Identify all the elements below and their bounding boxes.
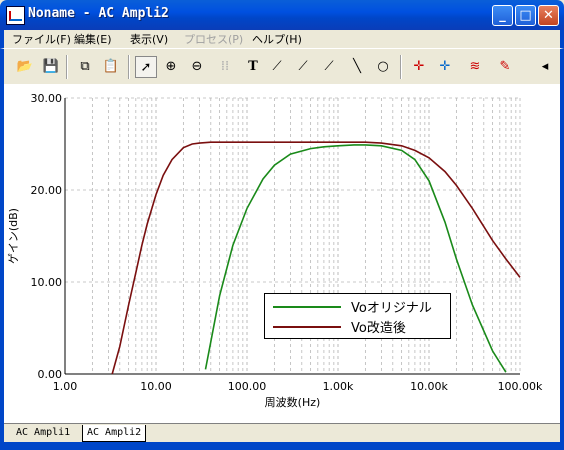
chart-legend: Voオリジナル Vo改造後 — [264, 293, 451, 339]
y-tick-label: 30.00 — [31, 92, 63, 105]
line-icon[interactable]: ╲ — [346, 56, 368, 78]
copy-icon[interactable]: ⧉ — [74, 56, 96, 78]
label3-icon[interactable]: ⟋ — [318, 56, 340, 78]
x-tick-label: 1.00k — [323, 380, 354, 393]
zoom-in-icon[interactable]: ⊕ — [160, 56, 182, 78]
grid-icon[interactable]: ⁞⁞ — [214, 56, 236, 78]
legend-entry-original: Voオリジナル — [271, 296, 446, 316]
x-axis-label: 周波数(Hz) — [265, 396, 321, 409]
window-border-right — [560, 84, 564, 450]
menu-file[interactable]: ファイル(F) — [12, 31, 71, 47]
y-tick-label: 20.00 — [31, 184, 63, 197]
legend-label-original: Voオリジナル — [351, 301, 432, 316]
maximize-button[interactable]: □ — [515, 5, 536, 26]
pointer-icon[interactable]: ➚ — [135, 56, 157, 78]
tab-ac-ampli2[interactable]: AC Ampli2 — [82, 425, 147, 442]
sheet-tabs: AC Ampli1 AC Ampli2 — [4, 423, 560, 443]
x-tick-label: 100.00k — [498, 380, 543, 393]
x-tick-label: 10.00k — [410, 380, 448, 393]
window-border-bottom — [0, 442, 564, 450]
label-icon[interactable]: ⟋ — [266, 56, 288, 78]
toolbar-separator — [400, 55, 402, 79]
menu-edit[interactable]: 編集(E) — [74, 31, 112, 47]
menu-process[interactable]: プロセス(P) — [184, 31, 243, 47]
circle-icon[interactable]: ○ — [372, 56, 394, 78]
cursor-a-icon[interactable]: ✛ — [408, 56, 430, 78]
tab-ac-ampli1[interactable]: AC Ampli1 — [12, 425, 74, 441]
legend-swatch-original — [273, 306, 341, 308]
cursor-b-icon[interactable]: ✛ — [434, 56, 456, 78]
toolbar-separator — [66, 55, 68, 79]
x-tick-label: 100.00 — [228, 380, 267, 393]
zoom-100-icon[interactable]: ⊖ — [186, 56, 208, 78]
app-icon[interactable] — [6, 6, 25, 25]
legend-entry-modified: Vo改造後 — [271, 316, 446, 336]
y-axis-label: ゲイン(dB) — [7, 208, 20, 264]
minimize-button[interactable]: _ — [492, 5, 513, 26]
menu-bar: ファイル(F) 編集(E) 表示(V) プロセス(P) ヘルプ(H) — [0, 30, 564, 48]
bode-plot[interactable]: 0.0010.0020.0030.001.00 10.00 100.00 1.00k 1… — [4, 84, 560, 423]
close-button[interactable]: ✕ — [538, 5, 559, 26]
toolbar: 📂 💾 ⧉ 📋 ➚ ⊕ ⊖ ⁞⁞ T ⟋ ⟋ ⟋ ╲ ○ ✛ ✛ ≋ ✎ ◂ — [0, 48, 564, 84]
x-tick-label: 1.00 — [53, 380, 78, 393]
menu-help[interactable]: ヘルプ(H) — [252, 31, 302, 47]
paste-icon[interactable]: 📋 — [100, 56, 122, 78]
label2-icon[interactable]: ⟋ — [292, 56, 314, 78]
pick-icon[interactable]: ✎ — [494, 56, 516, 78]
open-icon[interactable]: 📂 — [14, 56, 36, 78]
plot-area[interactable]: 0.00 10.00 20.00 30.00 1.00 10.00 100.00 1.00k 1… — [4, 84, 560, 423]
toolbar-scroll-icon[interactable]: ◂ — [534, 56, 556, 78]
title-bar: Noname - AC Ampli2 _ □ ✕ — [0, 0, 564, 30]
save-icon[interactable]: 💾 — [40, 56, 62, 78]
text-icon[interactable]: T — [242, 56, 264, 78]
legend-swatch-modified — [273, 326, 341, 328]
y-tick-label: 10.00 — [31, 276, 63, 289]
toolbar-separator — [128, 55, 130, 79]
multi-trace-icon[interactable]: ≋ — [464, 56, 486, 78]
legend-label-modified: Vo改造後 — [351, 321, 406, 336]
x-tick-label: 10.00 — [140, 380, 172, 393]
window-title: Noname - AC Ampli2 — [28, 6, 169, 21]
series-line-1 — [111, 141, 521, 375]
menu-view[interactable]: 表示(V) — [130, 31, 168, 47]
